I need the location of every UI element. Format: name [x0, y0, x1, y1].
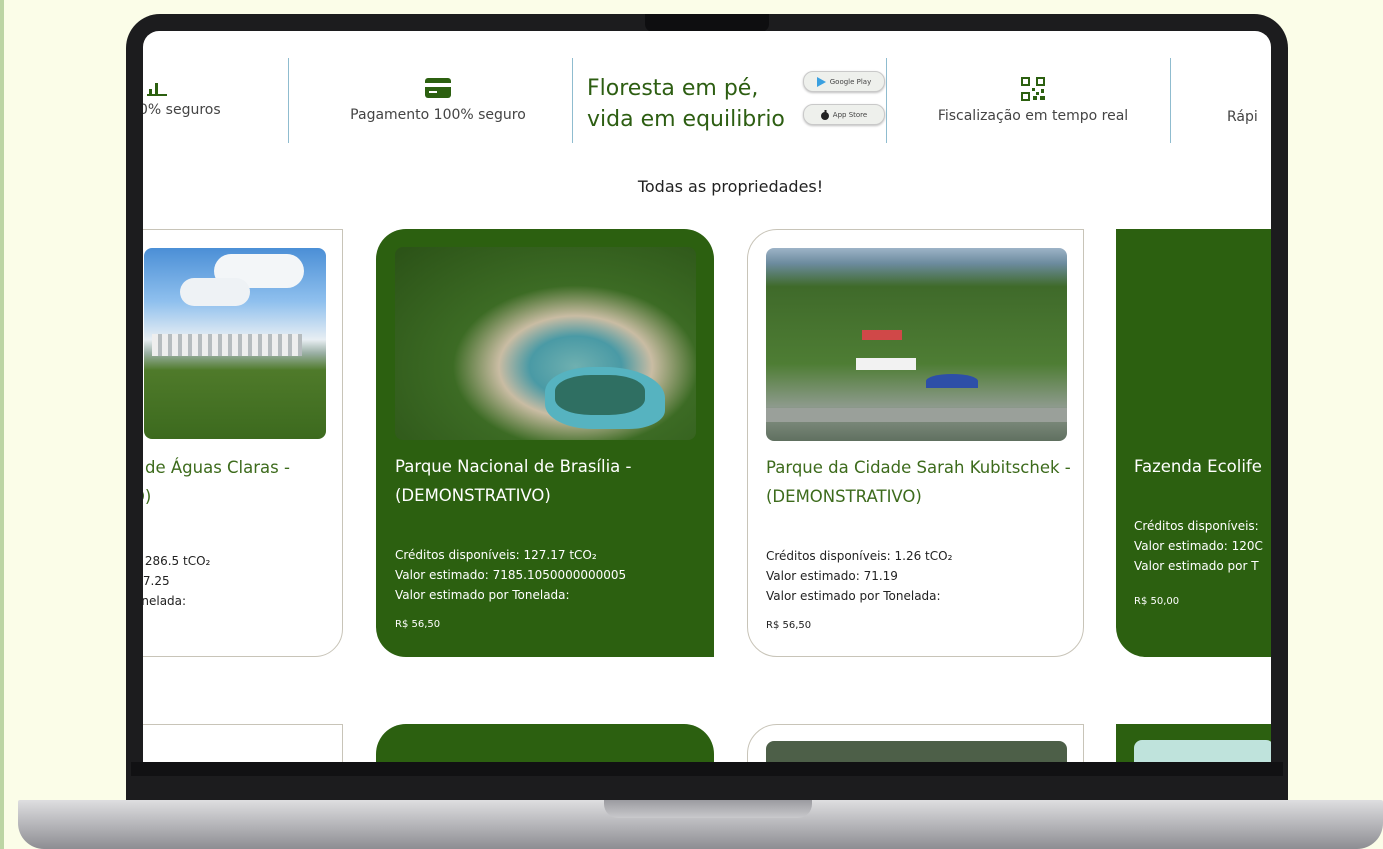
property-card[interactable]: [1116, 724, 1271, 762]
property-title-line: IVO): [143, 487, 152, 506]
browser-screen: 0% seguros Pagamento 100% seguro Florest…: [143, 31, 1271, 762]
chart-bars-icon: [147, 83, 167, 96]
apple-icon: [820, 109, 829, 120]
property-card[interactable]: [747, 724, 1084, 762]
divider: [572, 58, 573, 143]
property-details: Créditos disponíveis: 1.26 tCO₂ Valor es…: [766, 546, 952, 606]
credit-card-icon: [425, 78, 451, 98]
property-title-line: Parque da Cidade Sarah Kubitschek -: [766, 458, 1071, 477]
property-price: R$ 56,50: [766, 620, 812, 631]
property-card[interactable]: Parque da Cidade Sarah Kubitschek - (DEM…: [747, 229, 1084, 657]
property-credits: eis: 286.5 tCO₂: [143, 554, 211, 568]
property-title-line: ico de Águas Claras -: [143, 458, 290, 477]
feature-strip: 0% seguros Pagamento 100% seguro Florest…: [143, 31, 1271, 169]
property-photo: [766, 248, 1067, 441]
screen-bezel-bottom: [131, 762, 1283, 776]
property-card[interactable]: [143, 724, 343, 762]
feature-label: Pagamento 100% seguro: [350, 107, 526, 123]
property-value: Valor estimado: 120C: [1134, 539, 1263, 553]
property-title-line: Parque Nacional de Brasília -: [395, 457, 632, 476]
property-credits: Créditos disponíveis:: [1134, 519, 1259, 533]
qr-code-icon: [1021, 77, 1045, 101]
feature-label: 0% seguros: [143, 102, 221, 118]
property-title: Fazenda Ecolife: [1134, 452, 1262, 481]
google-play-label: Google Play: [829, 77, 872, 86]
app-store-label: App Store: [832, 110, 868, 119]
property-card[interactable]: [376, 724, 714, 762]
property-value: 6187.25: [143, 574, 170, 588]
google-play-button[interactable]: Google Play: [803, 71, 885, 92]
property-card[interactable]: Fazenda Ecolife Créditos disponíveis: Va…: [1116, 229, 1271, 657]
property-value: Valor estimado: 7185.1050000000005: [395, 568, 627, 582]
property-details: eis: 286.5 tCO₂ 6187.25 r Tonelada:: [143, 551, 210, 611]
property-photo: [144, 248, 326, 439]
property-credits: Créditos disponíveis: 1.26 tCO₂: [766, 549, 953, 563]
promo-slogan: Floresta em pé, vida em equilibrio: [587, 73, 785, 135]
feature-payment-item: Pagamento 100% seguro: [343, 78, 533, 123]
property-credits: Créditos disponíveis: 127.17 tCO₂: [395, 548, 597, 562]
property-per-ton: Valor estimado por Tonelada:: [766, 589, 941, 603]
property-details: Créditos disponíveis: Valor estimado: 12…: [1134, 516, 1263, 576]
property-photo: [766, 741, 1067, 762]
property-title-line: (DEMONSTRATIVO): [395, 486, 551, 505]
property-title: Parque Nacional de Brasília - (DEMONSTRA…: [395, 452, 632, 510]
promo-line-1: Floresta em pé,: [587, 76, 759, 101]
app-store-button[interactable]: App Store: [803, 104, 885, 125]
property-price: R$ 56,50: [395, 619, 441, 630]
google-play-icon: [816, 76, 826, 87]
property-title-line: (DEMONSTRATIVO): [766, 487, 922, 506]
property-per-ton: Valor estimado por T: [1134, 559, 1259, 573]
feature-secure-item: 0% seguros: [143, 78, 221, 118]
divider: [1170, 58, 1171, 143]
property-details: Créditos disponíveis: 127.17 tCO₂ Valor …: [395, 545, 626, 605]
promo-line-2: vida em equilibrio: [587, 107, 785, 132]
feature-monitoring-item: Fiscalização em tempo real: [913, 77, 1153, 124]
property-card[interactable]: ico de Águas Claras - IVO) eis: 286.5 tC…: [143, 229, 343, 657]
divider: [288, 58, 289, 143]
feature-label: Fiscalização em tempo real: [937, 108, 1129, 124]
laptop-base-groove: [604, 800, 812, 818]
property-card[interactable]: Parque Nacional de Brasília - (DEMONSTRA…: [376, 229, 714, 657]
section-title: Todas as propriedades!: [637, 177, 824, 196]
feature-label: Rápi: [1227, 109, 1258, 125]
property-per-ton: Valor estimado por Tonelada:: [395, 588, 570, 602]
property-title: ico de Águas Claras - IVO): [143, 453, 290, 511]
property-title: Parque da Cidade Sarah Kubitschek - (DEM…: [766, 453, 1071, 511]
divider: [886, 58, 887, 143]
camera-notch: [645, 14, 769, 32]
page-edge: [0, 0, 4, 849]
property-value: Valor estimado: 71.19: [766, 569, 898, 583]
feature-fast-item: Rápi: [1227, 109, 1258, 125]
property-price: R$ 50,00: [1134, 596, 1180, 607]
property-title-line: Fazenda Ecolife: [1134, 457, 1262, 476]
property-photo: [1134, 740, 1271, 762]
property-per-ton: r Tonelada:: [143, 594, 187, 608]
property-photo: [395, 247, 696, 440]
